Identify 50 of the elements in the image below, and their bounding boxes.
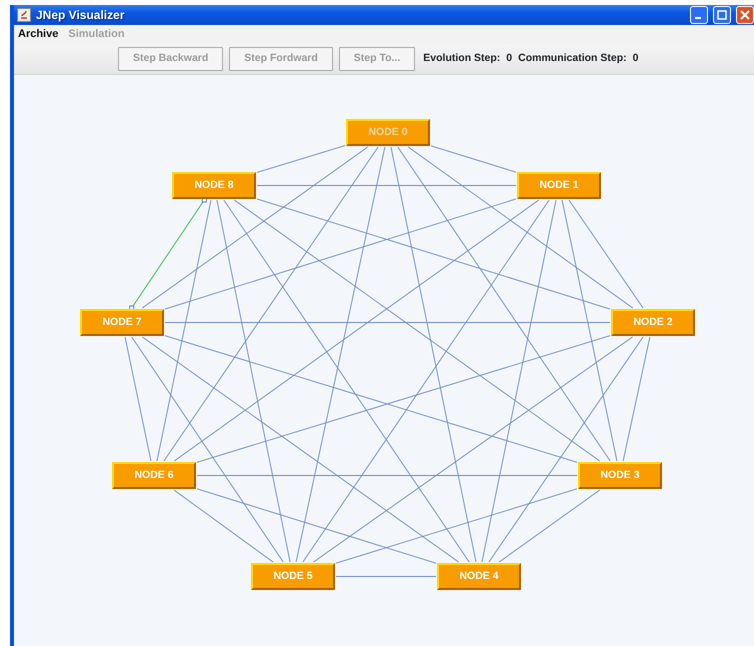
minimize-icon bbox=[694, 17, 700, 19]
edge-line[interactable] bbox=[622, 336, 650, 462]
edge-line[interactable] bbox=[302, 200, 550, 562]
edge-line[interactable] bbox=[131, 336, 284, 562]
edge-line[interactable] bbox=[498, 490, 600, 562]
edge-line[interactable] bbox=[164, 198, 516, 310]
close-button[interactable] bbox=[736, 6, 754, 24]
edge-line[interactable] bbox=[408, 146, 634, 308]
edge-line[interactable] bbox=[256, 145, 346, 173]
edge-line[interactable] bbox=[234, 200, 600, 462]
graph-node[interactable]: NODE 5 bbox=[251, 563, 335, 590]
edge-line[interactable] bbox=[196, 488, 436, 564]
graph-node[interactable]: NODE 6 bbox=[112, 462, 196, 489]
minimize-button[interactable] bbox=[690, 6, 708, 24]
close-icon bbox=[740, 10, 750, 20]
edge-line[interactable] bbox=[488, 336, 644, 562]
edge-line[interactable] bbox=[482, 200, 556, 562]
edge-line[interactable] bbox=[568, 200, 644, 308]
edge-line[interactable] bbox=[124, 336, 152, 462]
communication-step-label: Communication Step: bbox=[518, 51, 627, 66]
graph-node[interactable]: NODE 4 bbox=[437, 563, 521, 590]
evolution-step-value: 0 bbox=[506, 51, 512, 66]
edge-line[interactable] bbox=[390, 146, 476, 562]
edge-line[interactable] bbox=[129, 198, 207, 310]
communication-step-value: 0 bbox=[632, 51, 638, 66]
edge-line[interactable] bbox=[562, 200, 618, 462]
menu-item[interactable]: Archive bbox=[18, 26, 58, 43]
window-title: JNep Visualizer bbox=[36, 7, 124, 24]
edge-line[interactable] bbox=[156, 200, 212, 462]
graph-node[interactable]: NODE 8 bbox=[172, 172, 256, 199]
graph-node[interactable]: NODE 2 bbox=[611, 309, 695, 336]
edge-line[interactable] bbox=[223, 200, 470, 562]
app-icon bbox=[17, 8, 31, 22]
graph-node[interactable]: NODE 3 bbox=[578, 462, 662, 489]
edge-line[interactable] bbox=[174, 200, 540, 462]
edge-line[interactable] bbox=[397, 146, 611, 462]
edge-line[interactable] bbox=[163, 146, 379, 462]
edge-line[interactable] bbox=[256, 198, 610, 310]
graph-node[interactable]: NODE 7 bbox=[80, 309, 164, 336]
edge-line[interactable] bbox=[142, 146, 368, 308]
edge-line[interactable] bbox=[336, 488, 578, 564]
maximize-button[interactable] bbox=[713, 6, 731, 24]
edge-line[interactable] bbox=[296, 146, 386, 562]
edge-line[interactable] bbox=[174, 490, 274, 562]
evolution-step-label: Evolution Step: bbox=[423, 51, 500, 66]
edge-line[interactable] bbox=[430, 145, 516, 173]
edge-line[interactable] bbox=[216, 200, 291, 562]
graph-node[interactable]: NODE 1 bbox=[517, 172, 601, 199]
edge-line[interactable] bbox=[313, 336, 633, 562]
maximize-icon bbox=[717, 10, 727, 20]
